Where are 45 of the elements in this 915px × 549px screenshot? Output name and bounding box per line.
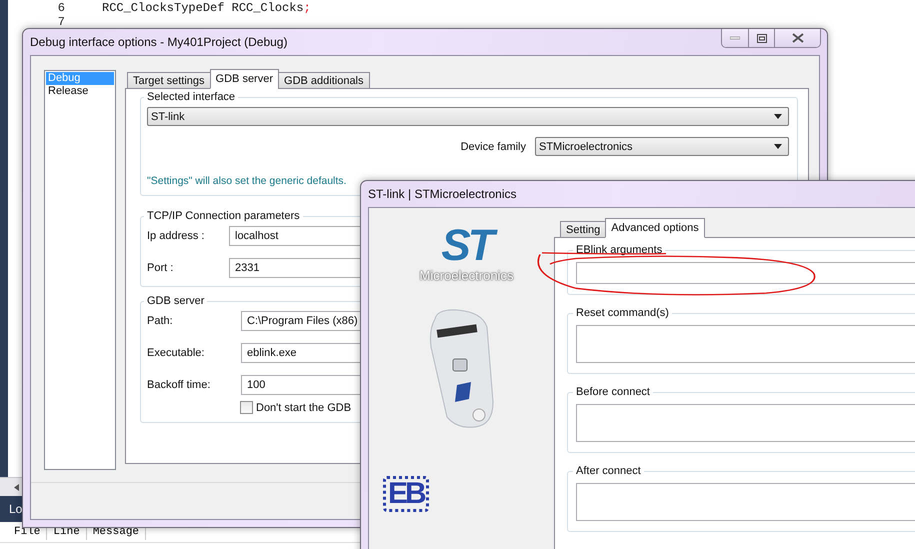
tab[interactable]: Target settings	[127, 72, 211, 89]
dropdown-caret-icon	[774, 114, 782, 119]
code-punctuation: ;	[304, 1, 311, 15]
group-label: GDB server	[146, 295, 206, 307]
field-label: Executable:	[147, 347, 206, 359]
line-number: 6	[56, 1, 66, 15]
device-family-dropdown[interactable]: STMicroelectronics	[535, 137, 789, 156]
tab[interactable]: GDB additionals	[278, 72, 370, 89]
footer-logo-text: EB	[383, 476, 429, 512]
field-label: Path:	[147, 315, 174, 327]
maximize-button[interactable]	[748, 29, 774, 47]
group-label: Before connect	[575, 386, 651, 398]
log-tab[interactable]: Lo	[0, 502, 22, 516]
configuration-item[interactable]: Release	[46, 85, 114, 98]
group-label: Selected interface	[146, 91, 236, 103]
close-button[interactable]	[774, 29, 820, 47]
tab[interactable]: GDB server	[210, 69, 280, 89]
maximize-icon	[756, 34, 766, 42]
group-label: After connect	[575, 465, 642, 477]
field-label: Device family	[460, 140, 526, 152]
field-label: Ip address :	[147, 230, 206, 242]
field-label: Port :	[147, 262, 174, 274]
dropdown-caret-icon	[774, 144, 782, 149]
scroll-left-icon[interactable]	[14, 484, 19, 490]
field-label: Backoff time:	[147, 379, 212, 391]
text-area[interactable]	[576, 483, 915, 521]
line-number: 7	[56, 15, 66, 29]
checkbox-label: Don't start the GDB	[256, 402, 352, 414]
checkbox[interactable]	[240, 401, 253, 414]
text-area[interactable]	[576, 404, 915, 442]
window-title: ST-link | STMicroelectronics	[368, 187, 516, 201]
tab[interactable]: Setting	[560, 221, 606, 238]
interface-dropdown[interactable]: ST-link	[147, 107, 789, 126]
group-label: Reset command(s)	[575, 307, 670, 319]
text-field[interactable]	[576, 262, 915, 284]
code-text: RCC_ClocksTypeDef RCC_Clocks	[102, 1, 304, 15]
window-title: Debug interface options - My401Project (Debug)	[30, 35, 288, 49]
minimize-icon	[730, 36, 740, 40]
logo-caption: Microelectronics	[420, 268, 514, 283]
hint-text: "Settings" will also set the generic defaults.	[147, 175, 348, 187]
group-label: TCP/IP Connection parameters	[146, 210, 301, 222]
close-icon	[792, 33, 804, 43]
tab[interactable]: Advanced options	[605, 218, 705, 238]
group-label: EBlink arguments	[575, 244, 664, 256]
text-area[interactable]	[576, 325, 915, 363]
